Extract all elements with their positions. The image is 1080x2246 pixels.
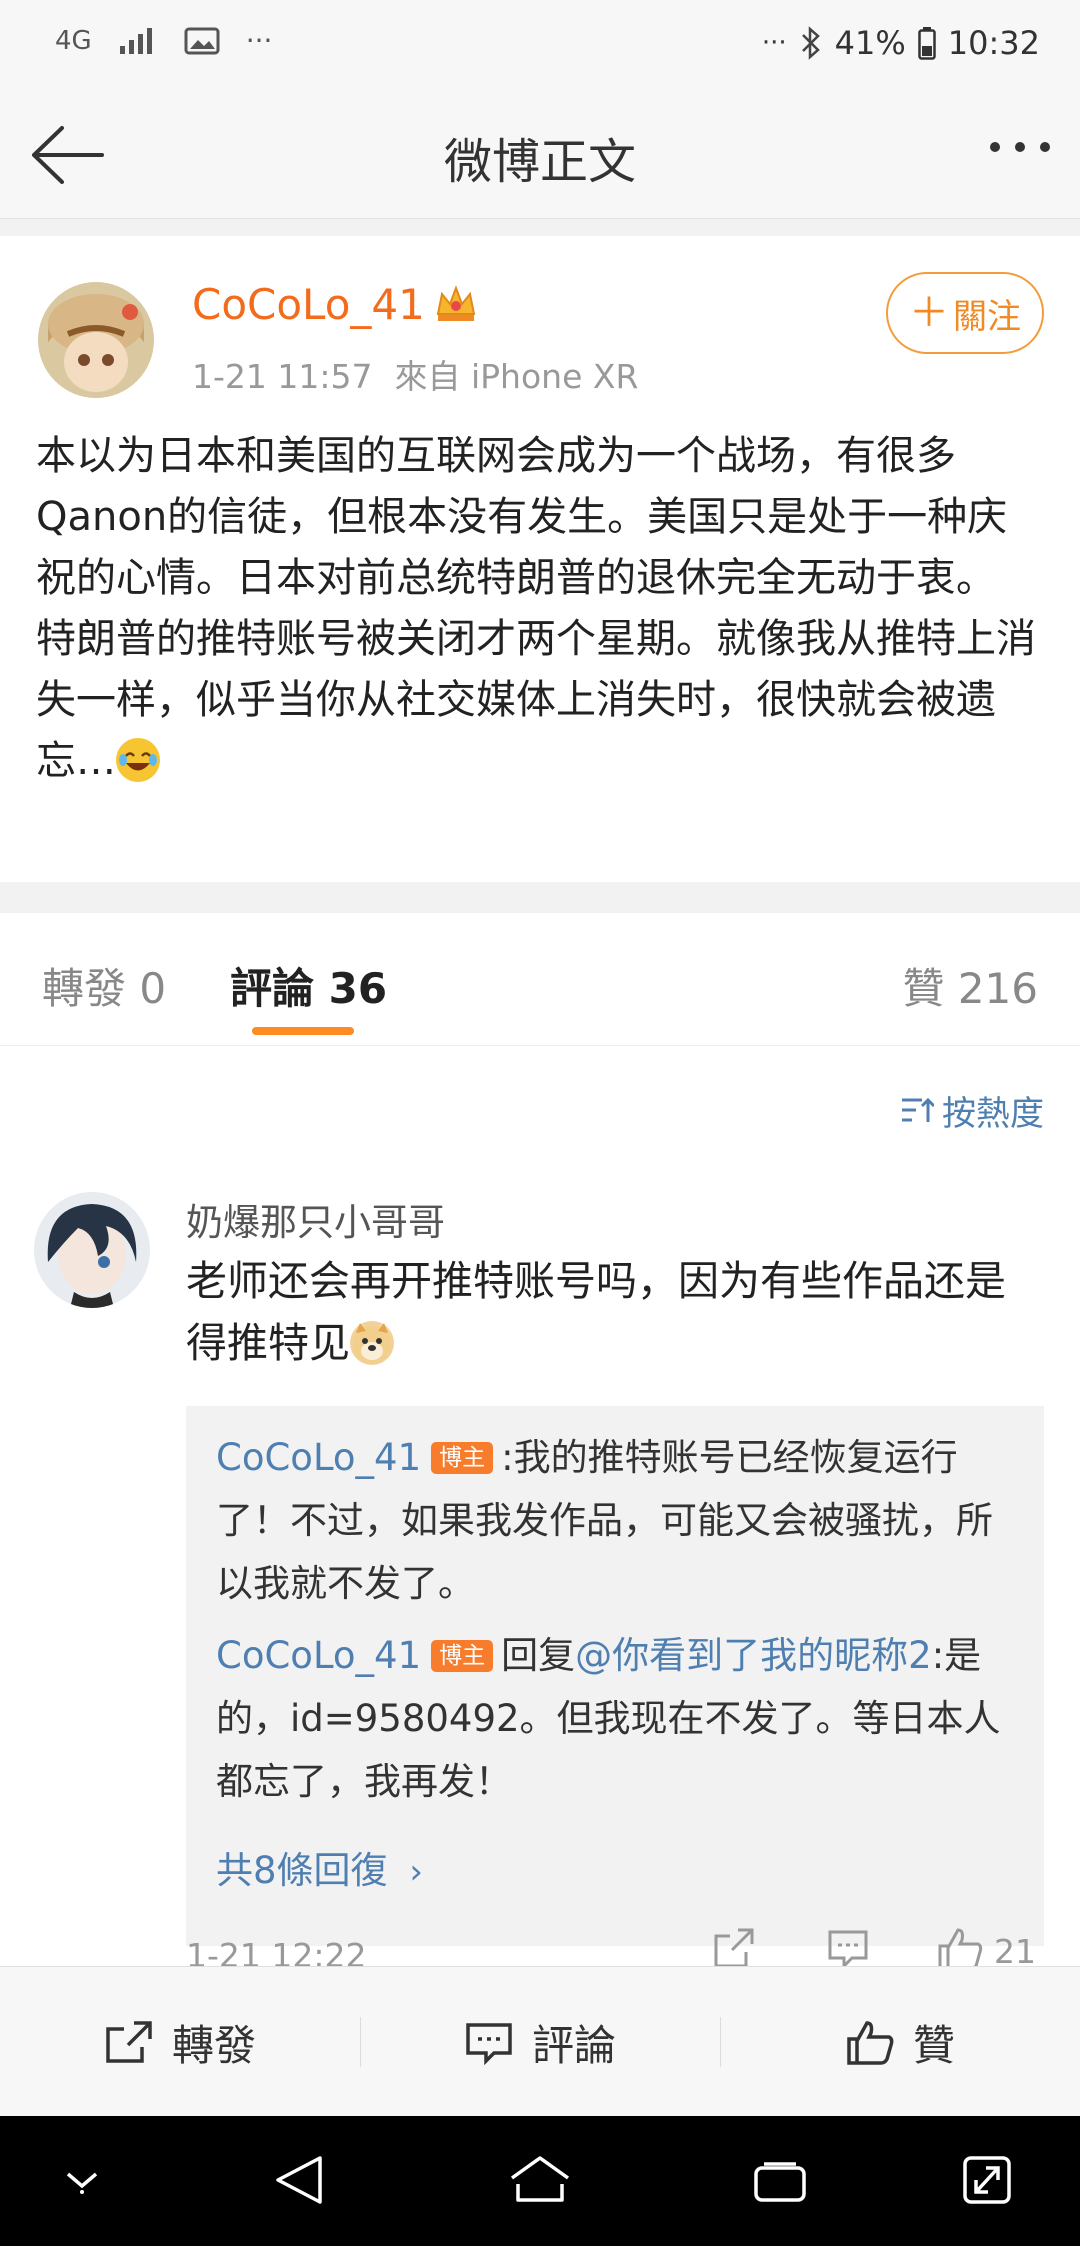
commenter-avatar[interactable] bbox=[34, 1192, 150, 1308]
blogger-badge: 博主 bbox=[431, 1442, 494, 1474]
status-right: ··· 41% 10:32 bbox=[762, 24, 1040, 62]
sort-icon bbox=[902, 1097, 934, 1122]
reply-box[interactable]: CoCoLo_41 博主:我的推特账号已经恢复运行了！不过，如果我发作品，可能又会… bbox=[186, 1406, 1044, 1946]
comment-share-button[interactable] bbox=[712, 1926, 756, 1970]
clock: 10:32 bbox=[947, 24, 1040, 62]
post-time: 1-21 11:57 bbox=[192, 357, 373, 396]
active-tab-indicator bbox=[252, 1027, 354, 1035]
hide-keyboard-button[interactable] bbox=[62, 2166, 102, 2196]
status-left: 4G ··· bbox=[55, 24, 272, 57]
commenter-name[interactable]: 奶爆那只小哥哥 bbox=[186, 1192, 445, 1246]
sort-label: 按熱度 bbox=[942, 1094, 1044, 1134]
reply-mention[interactable]: @你看到了我的昵称2 bbox=[575, 1634, 932, 1677]
header: 微博正文 bbox=[0, 92, 1080, 219]
battery-percent: 41% bbox=[834, 24, 906, 62]
laughing-emoji-icon bbox=[116, 738, 160, 782]
plus-icon: ＋ bbox=[909, 290, 949, 336]
chevron-down-icon bbox=[66, 2172, 98, 2194]
home-icon bbox=[510, 2156, 570, 2202]
bluetooth-icon bbox=[799, 26, 823, 60]
comment-body: 老师还会再开推特账号吗，因为有些作品还是得推特见 bbox=[186, 1250, 1046, 1374]
repost-button[interactable]: 轉發 bbox=[0, 1967, 360, 2117]
comment-label: 評論 bbox=[531, 2020, 616, 2070]
back-nav-button[interactable] bbox=[272, 2152, 326, 2208]
triangle-back-icon bbox=[276, 2156, 322, 2204]
like-button[interactable]: 贊 bbox=[720, 1967, 1080, 2117]
expand-nav-button[interactable] bbox=[962, 2154, 1012, 2206]
author-name[interactable]: CoCoLo_41 bbox=[192, 280, 425, 329]
tab-likes[interactable]: 贊 216 bbox=[902, 955, 1038, 1016]
home-nav-button[interactable] bbox=[508, 2154, 572, 2206]
reply-author[interactable]: CoCoLo_41 bbox=[216, 1436, 421, 1479]
tab-comments-count: 36 bbox=[328, 964, 388, 1013]
post-tabs: 轉發 0 評論 36 贊 216 bbox=[0, 913, 1080, 1046]
status-bar: 4G ··· ··· 41% 10:32 bbox=[0, 0, 1080, 92]
sort-by-hot-button[interactable]: 按熱度 bbox=[900, 1086, 1044, 1135]
vip-crown-icon bbox=[434, 284, 478, 324]
network-indicator: 4G bbox=[55, 25, 92, 56]
image-notification-icon bbox=[184, 26, 220, 56]
more-replies-label: 共8條回復 bbox=[216, 1849, 388, 1892]
reply-prefix: 回复 bbox=[501, 1634, 576, 1677]
battery-icon bbox=[918, 26, 936, 60]
repost-label: 轉發 bbox=[171, 2020, 256, 2070]
recent-apps-icon bbox=[754, 2162, 806, 2202]
more-notifications: ··· bbox=[245, 24, 273, 57]
thumbs-up-icon bbox=[938, 1928, 983, 1970]
post-body: 本以为日本和美国的互联网会成为一个战场，有很多Qanon的信徒，但根本没有发生。… bbox=[36, 426, 1046, 792]
post-source: 來自 iPhone XR bbox=[394, 357, 639, 396]
tab-likes-count: 216 bbox=[957, 964, 1038, 1013]
signal-icon bbox=[118, 26, 158, 56]
system-navigation-bar bbox=[0, 2116, 1080, 2246]
post-meta: 1-21 11:57 來自 iPhone XR bbox=[192, 350, 638, 398]
comment-button[interactable]: 評論 bbox=[360, 1967, 720, 2117]
tab-repost[interactable]: 轉發 0 bbox=[42, 955, 166, 1016]
dot bbox=[990, 142, 1000, 152]
dot bbox=[1015, 142, 1025, 152]
tab-comments-label: 評論 bbox=[230, 964, 315, 1013]
expand-icon bbox=[963, 2156, 1011, 2204]
action-toolbar: 轉發 評論 贊 bbox=[0, 1966, 1080, 2117]
post-text: 本以为日本和美国的互联网会成为一个战场，有很多Qanon的信徒，但根本没有发生。… bbox=[36, 433, 1036, 784]
tab-likes-label: 贊 bbox=[902, 964, 945, 1013]
recents-nav-button[interactable] bbox=[752, 2160, 808, 2204]
more-options-button[interactable] bbox=[990, 142, 1050, 152]
comment-like-button[interactable]: 21 bbox=[936, 1926, 1036, 1971]
repost-icon bbox=[106, 2021, 152, 2063]
comment-icon bbox=[828, 1930, 868, 1970]
doge-emoji-icon bbox=[350, 1321, 394, 1365]
share-icon bbox=[714, 1928, 754, 1968]
page-title: 微博正文 bbox=[443, 134, 636, 190]
thumbs-up-icon bbox=[847, 2021, 894, 2065]
comment-text: 老师还会再开推特账号吗，因为有些作品还是得推特见 bbox=[186, 1257, 1006, 1367]
reply-item: CoCoLo_41 博主:我的推特账号已经恢复运行了！不过，如果我发作品，可能又会… bbox=[216, 1426, 1016, 1615]
chevron-right-icon: › bbox=[409, 1852, 423, 1892]
tab-repost-count: 0 bbox=[139, 964, 167, 1013]
author-avatar[interactable] bbox=[38, 282, 154, 398]
dot bbox=[1040, 142, 1050, 152]
comment-list: 按熱度 奶爆那只小哥哥 老师还会再开推特账号吗，因为有些作品还是得推特见 CoC… bbox=[0, 1046, 1080, 1975]
follow-label: 關注 bbox=[953, 296, 1021, 337]
follow-button[interactable]: ＋關注 bbox=[886, 272, 1044, 354]
tab-comments[interactable]: 評論 36 bbox=[230, 955, 387, 1016]
tab-repost-label: 轉發 bbox=[42, 964, 127, 1013]
comment-reply-button[interactable] bbox=[826, 1926, 870, 1970]
like-label: 贊 bbox=[912, 2020, 955, 2070]
blogger-badge: 博主 bbox=[431, 1640, 494, 1672]
post-card: CoCoLo_41 1-21 11:57 來自 iPhone XR ＋關注 本以为… bbox=[0, 236, 1080, 882]
more-replies-link[interactable]: 共8條回復 › bbox=[216, 1840, 423, 1894]
reply-item: CoCoLo_41 博主 回复@你看到了我的昵称2:是的，id=9580492。但我… bbox=[216, 1624, 1016, 1813]
comment-icon bbox=[466, 2023, 512, 2065]
status-more: ··· bbox=[761, 28, 787, 58]
reply-author[interactable]: CoCoLo_41 bbox=[216, 1634, 421, 1677]
